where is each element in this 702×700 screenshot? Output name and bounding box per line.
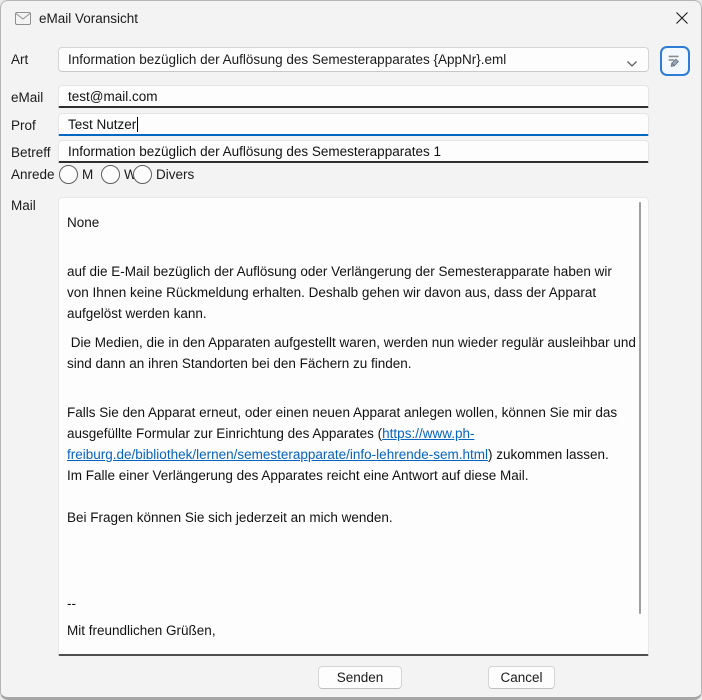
text-cursor xyxy=(137,117,138,132)
art-template-select[interactable]: Information bezüglich der Auflösung des … xyxy=(58,47,649,72)
mail-body-preview[interactable]: None auf die E-Mail bezüglich der Auflös… xyxy=(58,197,649,656)
betreff-label: Betreff xyxy=(11,145,51,160)
window-title: eMail Voransicht xyxy=(39,11,138,26)
close-icon xyxy=(675,11,689,28)
betreff-field-value: Information bezüglich der Auflösung des … xyxy=(68,144,441,159)
mail-paragraph: Im Falle einer Verlängerung des Apparate… xyxy=(67,465,636,486)
signature-separator: -- xyxy=(67,593,636,614)
prof-field[interactable]: Test Nutzer xyxy=(58,113,649,136)
radio-anrede-m-label: M xyxy=(82,167,93,182)
mail-paragraph: Die Medien, die in den Apparaten aufgest… xyxy=(67,332,636,374)
cancel-button[interactable]: Cancel xyxy=(488,666,555,689)
edit-template-button[interactable] xyxy=(660,46,690,76)
send-button[interactable]: Senden xyxy=(318,666,402,689)
edit-note-icon xyxy=(666,51,684,72)
chevron-down-icon xyxy=(626,55,638,73)
email-field-value: test@mail.com xyxy=(68,89,157,104)
radio-anrede-w[interactable] xyxy=(101,165,120,184)
prof-label: Prof xyxy=(11,118,36,133)
mail-paragraph: None xyxy=(67,212,636,233)
mail-paragraph: Bei Fragen können Sie sich jederzeit an … xyxy=(67,507,636,528)
email-preview-dialog: eMail Voransicht Art Information bezügli… xyxy=(0,0,702,700)
email-field[interactable]: test@mail.com xyxy=(58,85,649,108)
title-bar: eMail Voransicht xyxy=(1,1,701,39)
mail-paragraph: auf die E-Mail bezüglich der Auflösung o… xyxy=(67,261,636,324)
betreff-field[interactable]: Information bezüglich der Auflösung des … xyxy=(58,140,649,163)
mail-scrollbar-thumb[interactable] xyxy=(639,202,641,614)
mail-signature-name: Alexander Kirchner xyxy=(67,653,636,656)
radio-anrede-divers-label: Divers xyxy=(156,167,194,182)
anrede-label: Anrede xyxy=(11,167,55,182)
mail-paragraph-text: ) zukommen lassen. xyxy=(488,447,609,462)
mail-label: Mail xyxy=(11,198,36,213)
mail-paragraph: Mit freundlichen Grüßen, xyxy=(67,620,636,641)
prof-field-value: Test Nutzer xyxy=(68,117,136,132)
radio-anrede-divers[interactable] xyxy=(133,165,152,184)
envelope-icon xyxy=(15,12,31,25)
close-button[interactable] xyxy=(667,5,697,33)
radio-anrede-m[interactable] xyxy=(59,165,78,184)
art-label: Art xyxy=(11,52,28,67)
email-label: eMail xyxy=(11,90,43,105)
mail-paragraph-text: Falls Sie den Apparat erneut, oder einen… xyxy=(67,405,621,441)
mail-paragraph: Falls Sie den Apparat erneut, oder einen… xyxy=(67,402,636,465)
art-selected-value: Information bezüglich der Auflösung des … xyxy=(68,52,622,67)
